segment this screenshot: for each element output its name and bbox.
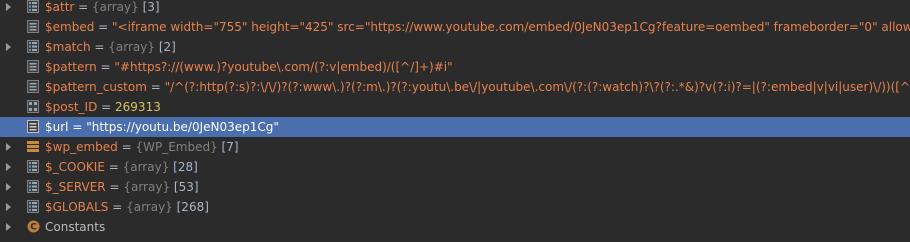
variable-value: 269313 — [115, 100, 161, 114]
variable-row-url[interactable]: $url = "https://youtu.be/0JeN03ep1Cg" — [0, 117, 910, 137]
array-icon — [27, 200, 39, 213]
expand-arrow-icon[interactable] — [6, 183, 11, 191]
variable-value: "/^(?:http(?:s)?:\/\/)?(?:www\.)?(?:m\.)… — [164, 80, 910, 94]
variable-name: $_SERVER — [45, 180, 106, 194]
variable-name: $GLOBALS — [45, 200, 109, 214]
expand-arrow-icon[interactable] — [6, 223, 11, 231]
variable-type: {array} — [126, 200, 173, 214]
equals-sign: = — [104, 160, 123, 174]
constants-icon: C — [27, 220, 40, 233]
equals-sign: = — [74, 0, 93, 14]
variable-value: "https://youtu.be/0JeN03ep1Cg" — [86, 120, 279, 134]
string-icon — [27, 120, 39, 133]
array-icon — [27, 180, 39, 193]
string-icon — [27, 60, 39, 73]
equals-sign: = — [94, 20, 113, 34]
variable-value: "<iframe width="755" height="425" src="h… — [112, 20, 910, 34]
variable-row-server[interactable]: $_SERVER = {array} [53] — [0, 177, 910, 197]
expand-arrow-icon[interactable] — [6, 163, 11, 171]
equals-sign: = — [108, 200, 127, 214]
variable-row-wp-embed[interactable]: $wp_embed = {WP_Embed} [7] — [0, 137, 910, 157]
variable-type: {array} — [123, 180, 171, 194]
variable-name: $embed — [45, 20, 95, 34]
variable-name: $pattern — [45, 60, 97, 74]
variable-name: $post_ID — [45, 100, 98, 114]
number-icon — [27, 100, 39, 113]
variable-row-pattern-custom[interactable]: $pattern_custom = "/^(?:http(?:s)?:\/\/)… — [0, 77, 910, 97]
variable-count: [28] — [169, 160, 198, 174]
expand-arrow-icon[interactable] — [6, 43, 11, 51]
variable-type: {array} — [92, 0, 139, 14]
constants-label: Constants — [45, 220, 106, 234]
variable-type: {WP_Embed} — [135, 140, 218, 154]
variable-name: $_COOKIE — [45, 160, 105, 174]
variable-row-pattern[interactable]: $pattern = "#https?://(www.)?youtube\.co… — [0, 57, 910, 77]
variable-name: $pattern_custom — [45, 80, 147, 94]
object-icon — [27, 140, 39, 153]
variable-row-embed[interactable]: $embed = "<iframe width="755" height="42… — [0, 17, 910, 37]
variable-row-post-id[interactable]: $post_ID = 269313 — [0, 97, 910, 117]
variable-name: $url — [45, 120, 69, 134]
string-icon — [27, 80, 39, 93]
variable-name: $attr — [45, 0, 75, 14]
variable-type: {array} — [108, 40, 156, 54]
variable-name: $match — [45, 40, 91, 54]
equals-sign: = — [105, 180, 124, 194]
variable-type: {array} — [122, 160, 170, 174]
constants-row[interactable]: C Constants — [0, 217, 910, 237]
variable-name: $wp_embed — [45, 140, 118, 154]
array-icon — [27, 160, 39, 173]
variable-count: [268] — [172, 200, 209, 214]
string-icon — [27, 20, 39, 33]
variable-row-attr[interactable]: $attr = {array} [3] — [0, 0, 910, 17]
array-icon — [27, 0, 39, 13]
array-icon — [27, 40, 39, 53]
equals-sign: = — [117, 140, 136, 154]
variable-count: [3] — [138, 0, 160, 14]
equals-sign: = — [96, 60, 115, 74]
variable-row-globals[interactable]: $GLOBALS = {array} [268] — [0, 197, 910, 217]
equals-sign: = — [90, 40, 109, 54]
variable-row-cookie[interactable]: $_COOKIE = {array} [28] — [0, 157, 910, 177]
variable-row-match[interactable]: $match = {array} [2] — [0, 37, 910, 57]
variable-count: [2] — [155, 40, 176, 54]
equals-sign: = — [146, 80, 165, 94]
variable-count: [7] — [217, 140, 239, 154]
equals-sign: = — [97, 100, 116, 114]
expand-arrow-icon[interactable] — [6, 3, 11, 11]
variable-count: [53] — [170, 180, 199, 194]
expand-arrow-icon[interactable] — [6, 203, 11, 211]
variable-value: "#https?://(www.)?youtube\.com/(?:v|embe… — [114, 60, 453, 74]
expand-arrow-icon[interactable] — [6, 143, 11, 151]
svg-text:C: C — [30, 223, 37, 233]
debugger-variables-tree: $attr = {array} [3] $embed = "<iframe wi… — [0, 0, 910, 242]
equals-sign: = — [68, 120, 87, 134]
